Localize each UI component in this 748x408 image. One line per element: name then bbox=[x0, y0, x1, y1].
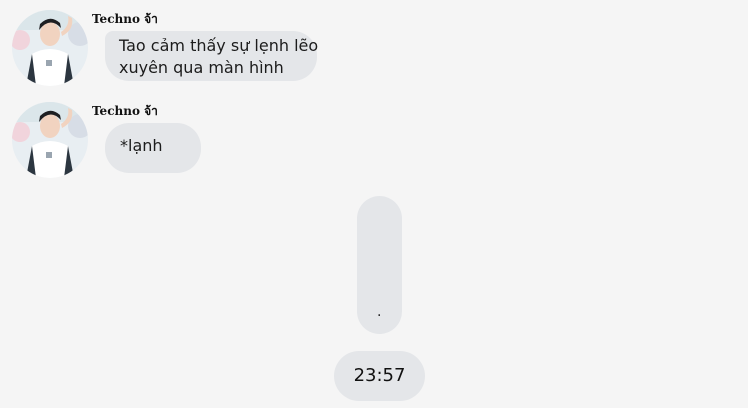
sender-name: Techno จ้า bbox=[92, 104, 158, 118]
message-bubble[interactable]: *lạnh bbox=[105, 123, 201, 173]
avatar-image bbox=[12, 102, 88, 178]
message-text-line: Tao cảm thấy sự lẹnh lẽo bbox=[119, 36, 319, 55]
message-text: . bbox=[377, 304, 382, 320]
message-bubble[interactable]: Tao cảm thấy sự lẹnh lẽo xuyên qua màn h… bbox=[105, 31, 319, 81]
avatar[interactable] bbox=[12, 102, 88, 178]
avatar[interactable] bbox=[12, 10, 88, 86]
sender-name: Techno จ้า bbox=[92, 12, 158, 26]
message-text: *lạnh bbox=[120, 136, 163, 155]
message-text-line: xuyên qua màn hình bbox=[119, 58, 284, 77]
avatar-image bbox=[12, 10, 88, 86]
outgoing-message-bubble[interactable]: . bbox=[357, 196, 402, 334]
timestamp-badge: 23:57 bbox=[334, 351, 425, 401]
